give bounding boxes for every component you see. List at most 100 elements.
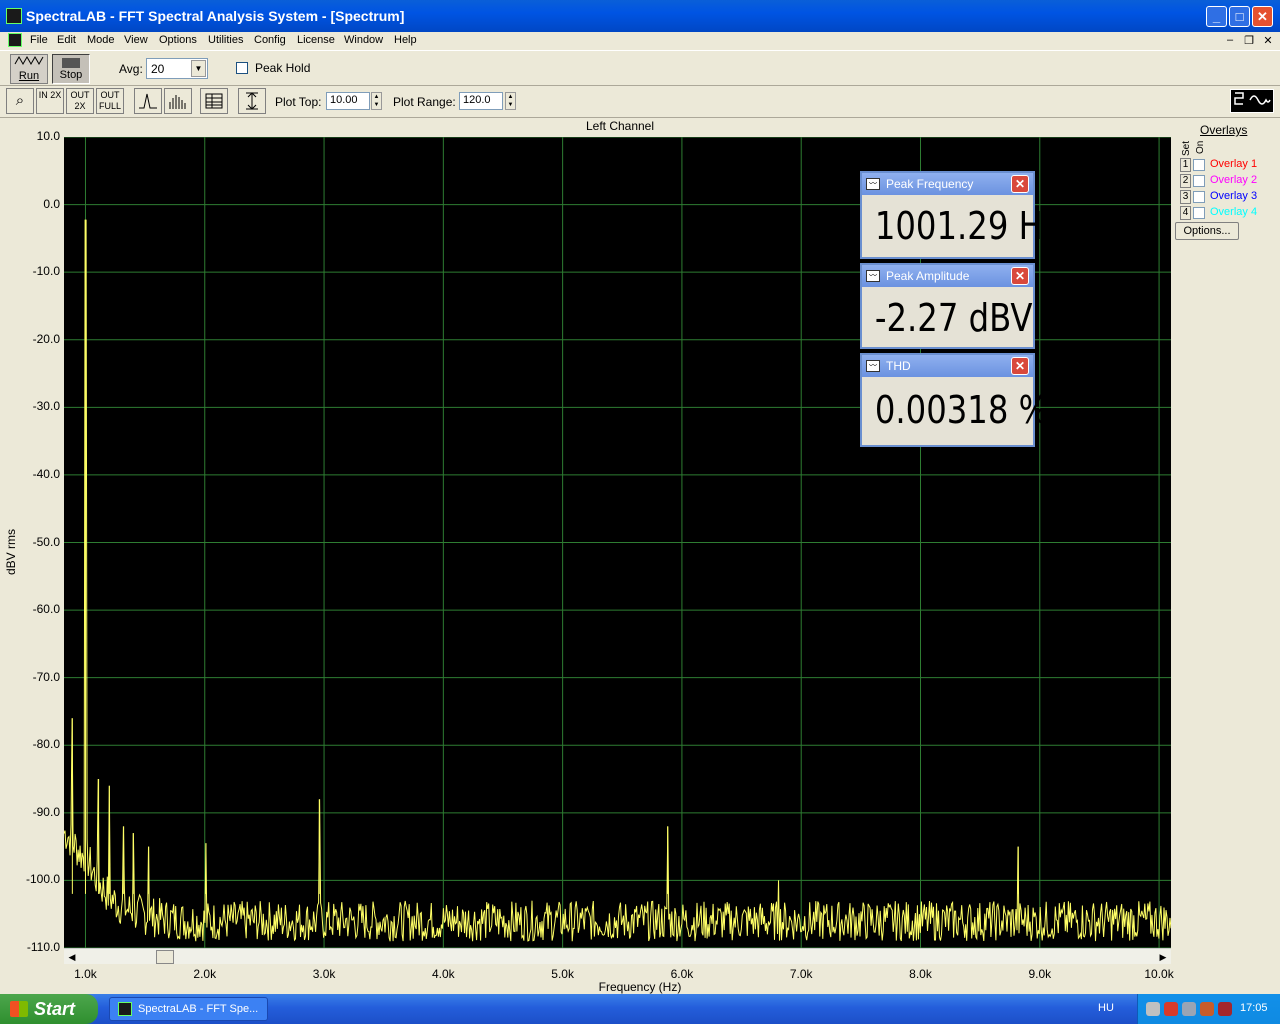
menu-file[interactable]: File bbox=[30, 34, 48, 46]
bar-plot-button[interactable] bbox=[164, 88, 192, 114]
language-indicator[interactable]: HU bbox=[1098, 1002, 1114, 1014]
plot-range-input[interactable]: 120.0 bbox=[459, 92, 503, 110]
y-tick-label: -60.0 bbox=[32, 602, 60, 617]
network-icon[interactable] bbox=[1146, 1002, 1160, 1016]
close-icon[interactable]: ✕ bbox=[1011, 175, 1029, 193]
readout-window-icon: 〰 bbox=[866, 178, 880, 190]
mdi-restore-button[interactable]: ❐ bbox=[1242, 34, 1256, 47]
overlay-on-checkbox[interactable] bbox=[1193, 175, 1205, 187]
stop-label: Stop bbox=[59, 69, 83, 81]
overlay-on-checkbox[interactable] bbox=[1193, 207, 1205, 219]
overlay-label: Overlay 2 bbox=[1210, 174, 1258, 186]
menu-edit[interactable]: Edit bbox=[57, 34, 76, 46]
run-label: Run bbox=[18, 70, 40, 82]
zoom-in-2x-button[interactable]: IN 2X bbox=[36, 88, 64, 114]
menu-config[interactable]: Config bbox=[254, 34, 286, 46]
maximize-button[interactable]: □ bbox=[1229, 6, 1250, 27]
mdi-close-button[interactable]: ✕ bbox=[1261, 34, 1275, 47]
waveform-icon bbox=[14, 55, 44, 66]
close-icon[interactable]: ✕ bbox=[1011, 267, 1029, 285]
scroll-thumb[interactable] bbox=[156, 950, 174, 964]
bluetooth-icon[interactable] bbox=[1218, 1002, 1232, 1016]
antivirus-icon[interactable] bbox=[1182, 1002, 1196, 1016]
scroll-right-icon[interactable]: ▶ bbox=[1155, 949, 1171, 965]
taskbar: Start SpectraLAB - FFT Spe... HU 17:05 bbox=[0, 994, 1280, 1024]
overlays-options-button[interactable]: Options... bbox=[1175, 222, 1239, 240]
thd-window[interactable]: 〰 THD ✕ 0.00318 % bbox=[860, 353, 1050, 447]
y-tick-label: -110.0 bbox=[26, 940, 60, 954]
zoom-out-2x-button[interactable]: OUT 2X bbox=[66, 88, 94, 114]
readout-window-icon: 〰 bbox=[866, 360, 880, 372]
overlay-set-button[interactable]: 1 bbox=[1180, 158, 1191, 172]
autoscale-button[interactable] bbox=[238, 88, 266, 114]
overlay-on-checkbox[interactable] bbox=[1193, 159, 1205, 171]
thd-value: 0.00318 % bbox=[874, 388, 1050, 432]
spectralab-logo-icon bbox=[1230, 89, 1274, 113]
x-tick-label: 3.0k bbox=[312, 967, 336, 981]
overlay-set-button[interactable]: 2 bbox=[1180, 174, 1191, 188]
close-icon[interactable]: ✕ bbox=[1011, 357, 1029, 375]
menu-view[interactable]: View bbox=[124, 34, 148, 46]
run-button[interactable]: Run bbox=[10, 54, 48, 84]
x-tick-label: 7.0k bbox=[789, 967, 813, 981]
y-tick-label: -70.0 bbox=[32, 669, 60, 684]
readout-title: THD bbox=[886, 359, 911, 373]
menu-license[interactable]: License bbox=[297, 34, 335, 46]
mdi-child-icon[interactable] bbox=[8, 33, 22, 47]
mdi-minimize-button[interactable]: ‒ bbox=[1223, 34, 1237, 46]
app-icon bbox=[6, 8, 22, 24]
readout-titlebar[interactable]: 〰 Peak Amplitude ✕ bbox=[862, 265, 1033, 287]
chevron-down-icon[interactable]: ▼ bbox=[191, 60, 206, 77]
window-title: SpectraLAB - FFT Spectral Analysis Syste… bbox=[26, 8, 405, 24]
plot-range-spinner[interactable]: ▲ ▼ bbox=[505, 92, 516, 110]
run-toolbar: Run Stop Avg: 20 ▼ Peak Hold bbox=[0, 50, 1280, 86]
menu-mode[interactable]: Mode bbox=[87, 34, 115, 46]
menu-bar: File Edit Mode View Options Utilities Co… bbox=[0, 32, 1280, 50]
avg-select[interactable]: 20 ▼ bbox=[146, 58, 208, 79]
zoom-out-full-button[interactable]: OUT FULL bbox=[96, 88, 124, 114]
readout-titlebar[interactable]: 〰 THD ✕ bbox=[862, 355, 1033, 377]
plot-top-label: Plot Top: bbox=[275, 95, 322, 109]
menu-help[interactable]: Help bbox=[394, 34, 417, 46]
minimize-button[interactable]: _ bbox=[1206, 6, 1227, 27]
y-tick-label: 10.0 bbox=[36, 129, 60, 143]
windows-logo-icon bbox=[10, 1001, 28, 1017]
stop-button[interactable]: Stop bbox=[52, 54, 90, 84]
security-shield-icon[interactable] bbox=[1164, 1002, 1178, 1016]
magnifier-icon: ⌕ bbox=[15, 92, 25, 109]
plot-top-spinner[interactable]: ▲ ▼ bbox=[371, 92, 382, 110]
line-plot-icon bbox=[139, 93, 157, 109]
y-tick-label: -80.0 bbox=[32, 737, 60, 752]
volume-icon[interactable] bbox=[1200, 1002, 1214, 1016]
plot-top-input[interactable]: 10.00 bbox=[326, 92, 370, 110]
overlay-label: Overlay 4 bbox=[1210, 206, 1258, 218]
peak-hold-checkbox[interactable] bbox=[236, 62, 248, 74]
overlay-on-checkbox[interactable] bbox=[1193, 191, 1205, 203]
avg-label: Avg: bbox=[119, 62, 143, 76]
menu-utilities[interactable]: Utilities bbox=[208, 34, 243, 46]
scroll-left-icon[interactable]: ◀ bbox=[64, 949, 80, 965]
start-label: Start bbox=[34, 999, 76, 1019]
magnify-button[interactable]: ⌕ bbox=[6, 88, 34, 114]
horizontal-scrollbar[interactable]: ◀ ▶ bbox=[64, 948, 1171, 964]
overlay-label: Overlay 1 bbox=[1210, 158, 1258, 170]
y-tick-label: -10.0 bbox=[32, 264, 60, 279]
readout-titlebar[interactable]: 〰 Peak Frequency ✕ bbox=[862, 173, 1033, 195]
menu-options[interactable]: Options bbox=[159, 34, 197, 46]
x-tick-label: 10.0k bbox=[1144, 967, 1174, 981]
app-icon bbox=[118, 1002, 132, 1016]
line-plot-button[interactable] bbox=[134, 88, 162, 114]
overlay-set-button[interactable]: 3 bbox=[1180, 190, 1191, 204]
menu-window[interactable]: Window bbox=[344, 34, 383, 46]
x-tick-label: 5.0k bbox=[551, 967, 574, 981]
start-button[interactable]: Start bbox=[0, 994, 98, 1024]
overlay-set-button[interactable]: 4 bbox=[1180, 206, 1191, 220]
x-tick-label: 9.0k bbox=[1028, 967, 1052, 981]
peak-amplitude-window[interactable]: 〰 Peak Amplitude ✕ -2.27 dBV rms bbox=[860, 263, 1104, 349]
table-view-button[interactable] bbox=[200, 88, 228, 114]
window-titlebar[interactable]: SpectraLAB - FFT Spectral Analysis Syste… bbox=[0, 0, 1280, 32]
taskbar-app-button[interactable]: SpectraLAB - FFT Spe... bbox=[109, 997, 268, 1021]
overlays-on-header: On bbox=[1195, 140, 1206, 154]
peak-frequency-window[interactable]: 〰 Peak Frequency ✕ 1001.29 Hz bbox=[860, 171, 1060, 259]
close-button[interactable]: ✕ bbox=[1252, 6, 1273, 27]
